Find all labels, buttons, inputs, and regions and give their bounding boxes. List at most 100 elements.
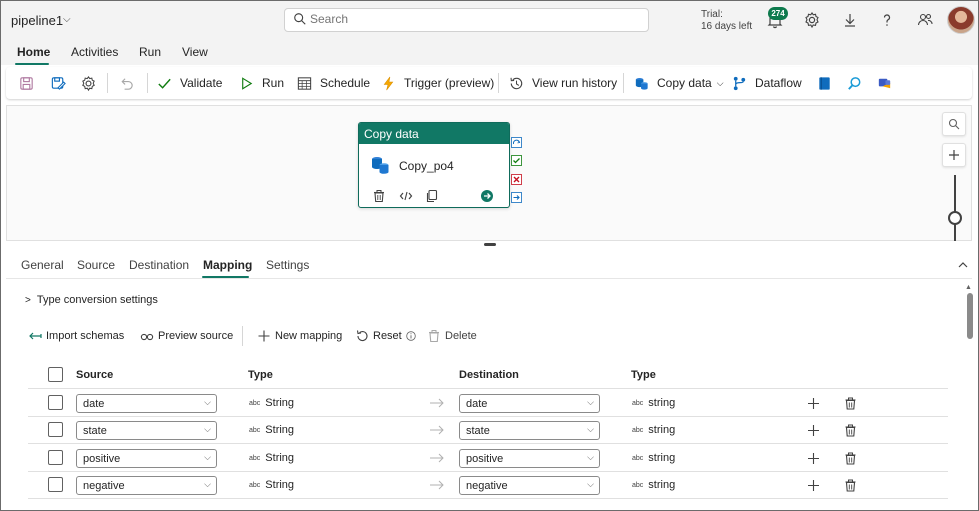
tab-activities[interactable]: Activities [71, 45, 118, 59]
source-type-cell: abc String [249, 424, 294, 436]
failure-port-icon[interactable] [511, 174, 522, 185]
toolbar-divider [107, 73, 108, 93]
magnifier-icon [848, 76, 861, 90]
zoom-in-button[interactable] [942, 143, 966, 167]
tab-source[interactable]: Source [77, 258, 115, 272]
chevron-down-icon[interactable]: ⌵ [63, 14, 71, 25]
search-box[interactable] [284, 8, 649, 32]
tab-run[interactable]: Run [139, 45, 161, 59]
scrollbar-thumb[interactable] [967, 293, 973, 339]
delete-icon [429, 330, 439, 343]
share-people-icon[interactable] [916, 11, 934, 29]
mapping-arrow-icon [430, 425, 444, 435]
dataflow-icon [733, 76, 746, 90]
destination-column-value: state [466, 425, 490, 437]
canvas-search-button[interactable] [942, 112, 966, 136]
copy-data-button[interactable]: Copy data ⌵ [633, 67, 724, 99]
row-checkbox[interactable] [48, 477, 63, 492]
row-checkbox[interactable] [48, 422, 63, 437]
save-icon [20, 76, 33, 90]
preview-source-button[interactable]: Preview source [140, 329, 233, 343]
tab-view[interactable]: View [182, 45, 208, 59]
tab-settings[interactable]: Settings [266, 258, 309, 272]
mapping-arrow-icon [430, 453, 444, 463]
add-row-icon[interactable] [807, 479, 820, 492]
source-column-dropdown[interactable]: date ⌵ [76, 394, 217, 413]
tab-destination[interactable]: Destination [129, 258, 189, 272]
destination-type-value: string [648, 479, 676, 491]
copy-data-activity[interactable]: Copy data Copy_po4 [358, 122, 510, 208]
skip-port-icon[interactable] [511, 137, 522, 148]
copy-icon[interactable] [425, 189, 439, 203]
dataflow-button[interactable]: Dataflow [731, 67, 802, 99]
chevron-up-icon[interactable] [957, 259, 969, 271]
copy-data-icon [635, 77, 648, 90]
source-column-dropdown[interactable]: positive ⌵ [76, 449, 217, 468]
delete-icon[interactable] [372, 189, 386, 203]
tab-mapping[interactable]: Mapping [203, 258, 252, 272]
destination-column-dropdown[interactable]: positive ⌵ [459, 449, 600, 468]
tab-home[interactable]: Home [17, 45, 50, 59]
source-type-cell: abc String [249, 479, 294, 491]
destination-column-dropdown[interactable]: state ⌵ [459, 421, 600, 440]
search-input[interactable] [310, 12, 610, 26]
teams-button[interactable] [876, 67, 893, 99]
type-conversion-settings-label: Type conversion settings [36, 294, 158, 306]
source-column-dropdown[interactable]: state ⌵ [76, 421, 217, 440]
undo-button[interactable] [118, 67, 135, 99]
toolbar-divider [623, 73, 624, 93]
completion-port-icon[interactable] [511, 192, 522, 203]
toolbar-divider [498, 73, 499, 93]
destination-column-dropdown[interactable]: date ⌵ [459, 394, 600, 413]
delete-row-icon[interactable] [844, 424, 857, 437]
notebook-button[interactable] [816, 67, 833, 99]
row-divider [28, 443, 948, 444]
delete-row-icon[interactable] [844, 479, 857, 492]
reset-button[interactable]: Reset [355, 329, 420, 343]
run-button[interactable]: Run [238, 67, 284, 99]
source-column-dropdown[interactable]: negative ⌵ [76, 476, 217, 495]
settings-button[interactable] [80, 67, 97, 99]
activity-name: Copy_po4 [399, 159, 454, 173]
import-schemas-button[interactable]: Import schemas [28, 329, 124, 343]
zoom-slider-thumb[interactable] [948, 211, 962, 225]
avatar[interactable] [947, 6, 975, 34]
trigger-button[interactable]: Trigger (preview) [380, 67, 494, 99]
delete-row-icon[interactable] [844, 452, 857, 465]
app-title[interactable]: pipeline1 [11, 13, 63, 28]
scroll-up-arrow-icon[interactable]: ▲ [965, 284, 972, 291]
zoom-slider-track[interactable] [954, 175, 956, 241]
delete-button[interactable]: Delete [427, 329, 477, 343]
source-column-value: positive [83, 453, 121, 465]
new-mapping-button[interactable]: New mapping [257, 329, 342, 343]
validate-button[interactable]: Validate [156, 67, 222, 99]
add-row-icon[interactable] [807, 397, 820, 410]
tab-general[interactable]: General [21, 258, 64, 272]
code-icon[interactable] [399, 189, 413, 203]
row-checkbox[interactable] [48, 450, 63, 465]
help-icon[interactable] [878, 11, 896, 29]
add-row-icon[interactable] [807, 452, 820, 465]
view-run-history-button[interactable]: View run history [508, 67, 617, 99]
gear-icon[interactable] [803, 11, 821, 29]
success-port-icon[interactable] [511, 155, 522, 166]
type-conversion-settings-toggle[interactable]: > Type conversion settings [25, 294, 158, 306]
panel-resize-handle[interactable] [484, 243, 496, 246]
destination-type-cell: abc string [632, 397, 675, 409]
destination-column-dropdown[interactable]: negative ⌵ [459, 476, 600, 495]
row-divider [28, 416, 948, 417]
row-checkbox[interactable] [48, 395, 63, 410]
save-as-button[interactable] [50, 67, 67, 99]
info-icon[interactable] [406, 331, 416, 341]
delete-row-icon[interactable] [844, 397, 857, 410]
select-all-checkbox[interactable] [48, 367, 63, 382]
arrow-right-circle-icon[interactable] [480, 189, 494, 203]
lookup-button[interactable] [846, 67, 863, 99]
run-label: Run [262, 76, 285, 90]
schedule-button[interactable]: Schedule [296, 67, 370, 99]
add-row-icon[interactable] [807, 424, 820, 437]
row-divider [28, 388, 948, 389]
download-icon[interactable] [841, 11, 859, 29]
glasses-icon [140, 333, 154, 341]
save-button[interactable] [18, 67, 35, 99]
